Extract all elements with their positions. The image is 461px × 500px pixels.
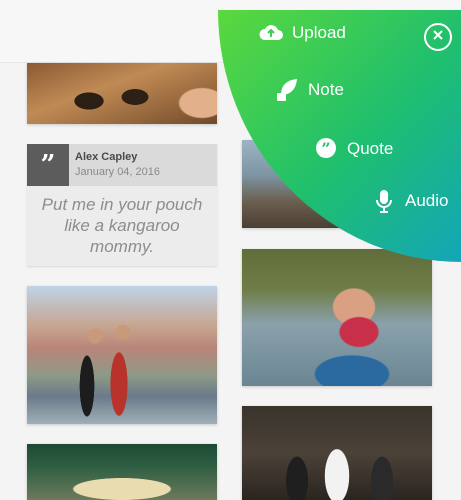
microphone-icon [371, 188, 397, 214]
quote-author: Alex Capley [75, 151, 138, 163]
menu-upload[interactable]: Upload [258, 20, 346, 46]
photo-image [242, 249, 432, 386]
svg-text:”: ” [321, 139, 330, 158]
menu-quote[interactable]: ” Quote [313, 136, 393, 162]
photo-father-son[interactable] [242, 249, 432, 386]
menu-audio-label: Audio [405, 191, 449, 210]
photo-beach-sandals[interactable] [27, 63, 217, 124]
photo-image [242, 406, 432, 500]
menu-note[interactable]: Note [274, 77, 344, 103]
photo-wedding[interactable] [242, 406, 432, 500]
photo-image [27, 63, 217, 124]
menu-note-label: Note [308, 80, 344, 99]
quote-card[interactable]: ” Alex Capley January 04, 2016 Put me in… [27, 144, 217, 266]
photo-coastal-couple[interactable] [27, 286, 217, 424]
quote-text: Put me in your pouch like a kangaroo mom… [41, 195, 203, 256]
menu-quote-label: Quote [347, 139, 394, 158]
quote-bubble-icon: ” [27, 144, 69, 186]
cloud-upload-icon [258, 20, 284, 46]
quote-date: January 04, 2016 [75, 166, 161, 178]
leaf-note-icon [274, 77, 300, 103]
quote-bubble-icon: ” [313, 136, 339, 162]
close-icon [432, 28, 444, 46]
top-bar [0, 0, 461, 63]
photo-image [27, 286, 217, 424]
photo-image [27, 444, 217, 500]
photo-vintage-car[interactable] [27, 444, 217, 500]
close-button[interactable] [424, 23, 452, 51]
menu-upload-label: Upload [292, 23, 346, 42]
menu-audio[interactable]: Audio [371, 188, 448, 214]
quote-card-header: ” Alex Capley January 04, 2016 [27, 144, 217, 186]
